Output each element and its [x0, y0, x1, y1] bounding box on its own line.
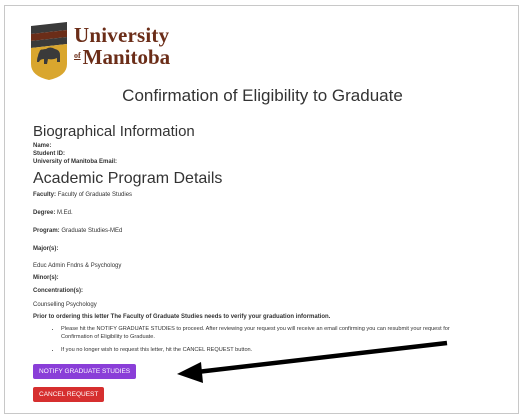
faculty-value: Faculty of Graduate Studies [57, 192, 133, 198]
university-logo[interactable]: University ofManitoba [29, 22, 179, 84]
faculty-label: Faculty: [33, 192, 57, 198]
program-label: Program: [33, 228, 60, 234]
faculty-row: Faculty: Faculty of Graduate Studies [33, 191, 511, 199]
name-label: Name: [33, 143, 52, 149]
majors-label: Major(s): [33, 246, 59, 252]
notify-graduate-studies-button[interactable]: NOTIFY GRADUATE STUDIES [33, 364, 137, 379]
bio-heading: Biographical Information [33, 123, 195, 140]
bison-crest-icon [31, 22, 67, 80]
cancel-request-button[interactable]: CANCEL REQUEST [33, 387, 105, 402]
logo-line-university: University [74, 23, 170, 47]
instructions-list: Please hit the NOTIFY GRADUATE STUDIES t… [33, 325, 511, 354]
notify-row: NOTIFY GRADUATE STUDIES [33, 360, 511, 379]
concentrations-value: Counselling Psychology [33, 302, 97, 308]
cancel-row: CANCEL REQUEST [33, 383, 511, 402]
instruction-notify: Please hit the NOTIFY GRADUATE STUDIES t… [61, 325, 481, 341]
logo-wordmark: University ofManitoba [74, 25, 170, 68]
instruction-cancel: If you no longer wish to request this le… [61, 346, 511, 354]
page-title: Confirmation of Eligibility to Graduate [122, 86, 403, 105]
email-label: University of Manitoba Email: [33, 159, 118, 165]
program-row: Program: Graduate Studies-MEd [33, 227, 511, 235]
degree-value: M.Ed. [57, 210, 73, 216]
majors-value: Educ Admin Fndns & Psychology [33, 263, 122, 269]
logo-manitoba: Manitoba [82, 45, 171, 69]
degree-row: Degree: M.Ed. [33, 209, 511, 217]
page-frame: University ofManitoba Confirmation of El… [4, 5, 519, 414]
program-value: Graduate Studies-MEd [61, 228, 123, 234]
degree-label: Degree: [33, 210, 56, 216]
concentrations-label: Concentration(s): [33, 288, 83, 294]
logo-of: of [74, 51, 81, 60]
program-heading: Academic Program Details [33, 170, 223, 187]
logo-line-manitoba: ofManitoba [74, 47, 170, 68]
verification-notice: Prior to ordering this letter The Facult… [33, 314, 331, 320]
main-content: Biographical Information Name: Student I… [33, 123, 511, 402]
minors-label: Minor(s): [33, 275, 59, 281]
student-id-label: Student ID: [33, 151, 65, 157]
